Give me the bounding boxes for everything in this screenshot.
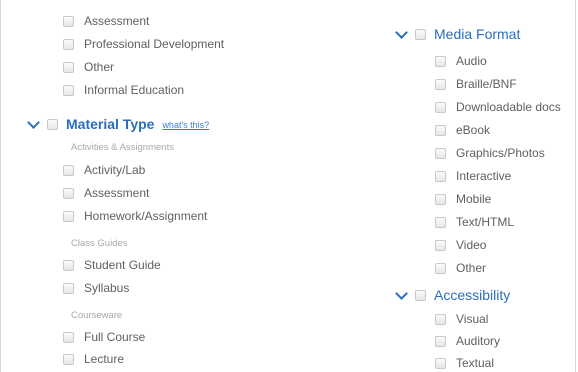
checkbox[interactable]: [435, 239, 446, 251]
checkbox[interactable]: [435, 101, 446, 113]
option-label: Downloadable docs: [456, 100, 561, 114]
filter-option[interactable]: Assessment: [63, 12, 149, 30]
media-format-checkbox[interactable]: [415, 28, 426, 40]
checkbox[interactable]: [435, 357, 446, 369]
filter-option[interactable]: Video: [435, 236, 486, 254]
option-label: Visual: [456, 312, 489, 326]
filter-option[interactable]: Syllabus: [63, 279, 129, 297]
filter-option[interactable]: eBook: [435, 121, 490, 139]
material-type-checkbox[interactable]: [47, 118, 58, 130]
filter-option[interactable]: Braille/BNF: [435, 75, 517, 93]
accessibility-title: Accessibility: [434, 287, 511, 303]
filter-option[interactable]: Homework/Assignment: [63, 207, 207, 225]
checkbox[interactable]: [435, 147, 446, 159]
option-label: Video: [456, 238, 487, 252]
checkbox[interactable]: [435, 193, 446, 205]
option-label: Student Guide: [84, 258, 161, 272]
accessibility-checkbox[interactable]: [415, 289, 426, 301]
filter-option[interactable]: Full Course: [63, 328, 145, 346]
group-label-class-guides: Class Guides: [71, 238, 128, 249]
filter-option[interactable]: Visual: [435, 310, 488, 328]
checkbox[interactable]: [63, 210, 74, 222]
option-label: Other: [456, 261, 487, 275]
filter-option[interactable]: Interactive: [435, 167, 511, 185]
checkbox[interactable]: [63, 282, 74, 294]
chevron-down-icon[interactable]: [27, 117, 41, 131]
option-label: Other: [84, 60, 115, 74]
option-label: Assessment: [84, 14, 150, 28]
option-label: Mobile: [456, 192, 492, 206]
option-label: Professional Development: [84, 37, 225, 51]
option-label: Text/HTML: [456, 215, 515, 229]
checkbox[interactable]: [435, 124, 446, 136]
checkbox[interactable]: [63, 15, 74, 27]
option-label: Braille/BNF: [456, 77, 517, 91]
filter-option[interactable]: Textual: [435, 354, 494, 372]
checkbox[interactable]: [63, 164, 74, 176]
media-format-title: Media Format: [434, 26, 521, 42]
checkbox[interactable]: [63, 61, 74, 73]
option-label: eBook: [456, 123, 491, 137]
chevron-down-icon[interactable]: [395, 288, 409, 302]
filter-option[interactable]: Assessment: [63, 184, 149, 202]
option-label: Full Course: [84, 330, 146, 344]
checkbox[interactable]: [63, 84, 74, 96]
option-label: Graphics/Photos: [456, 146, 545, 160]
material-type-title: Material Type: [66, 116, 155, 132]
whats-this-link[interactable]: what's this?: [162, 120, 209, 130]
chevron-down-icon[interactable]: [395, 27, 409, 41]
filter-panel: Assessment Professional Development Othe…: [0, 0, 576, 372]
filter-option[interactable]: Downloadable docs: [435, 98, 561, 116]
option-label: Textual: [456, 356, 495, 370]
option-label: Homework/Assignment: [84, 209, 208, 223]
accessibility-header[interactable]: Accessibility: [395, 284, 510, 306]
option-label: Syllabus: [84, 281, 130, 295]
checkbox[interactable]: [435, 170, 446, 182]
checkbox[interactable]: [435, 335, 446, 347]
option-label: Interactive: [456, 169, 512, 183]
checkbox[interactable]: [435, 313, 446, 325]
option-label: Auditory: [456, 334, 501, 348]
checkbox[interactable]: [435, 262, 446, 274]
filter-option[interactable]: Activity/Lab: [63, 161, 145, 179]
filter-option[interactable]: Student Guide: [63, 256, 161, 274]
option-label: Informal Education: [84, 83, 185, 97]
filter-option[interactable]: Mobile: [435, 190, 491, 208]
filter-option[interactable]: Audio: [435, 52, 487, 70]
option-label: Lecture: [84, 352, 125, 366]
checkbox[interactable]: [63, 331, 74, 343]
filter-option[interactable]: Text/HTML: [435, 213, 514, 231]
group-label-activities: Activities & Assignments: [71, 142, 174, 153]
option-label: Activity/Lab: [84, 163, 146, 177]
filter-option[interactable]: Graphics/Photos: [435, 144, 545, 162]
group-label-courseware: Courseware: [71, 310, 123, 321]
checkbox[interactable]: [63, 259, 74, 271]
checkbox[interactable]: [63, 353, 74, 365]
checkbox[interactable]: [63, 38, 74, 50]
filter-option[interactable]: Auditory: [435, 332, 500, 350]
option-label: Audio: [456, 54, 487, 68]
material-type-header[interactable]: Material Type what's this?: [27, 113, 209, 135]
filter-option[interactable]: Lecture: [63, 350, 124, 368]
option-label: Assessment: [84, 186, 150, 200]
checkbox[interactable]: [63, 187, 74, 199]
filter-option[interactable]: Informal Education: [63, 81, 184, 99]
checkbox[interactable]: [435, 78, 446, 90]
filter-option[interactable]: Other: [435, 259, 486, 277]
checkbox[interactable]: [435, 216, 446, 228]
checkbox[interactable]: [435, 55, 446, 67]
media-format-header[interactable]: Media Format: [395, 23, 520, 45]
filter-option[interactable]: Professional Development: [63, 35, 224, 53]
filter-option[interactable]: Other: [63, 58, 114, 76]
